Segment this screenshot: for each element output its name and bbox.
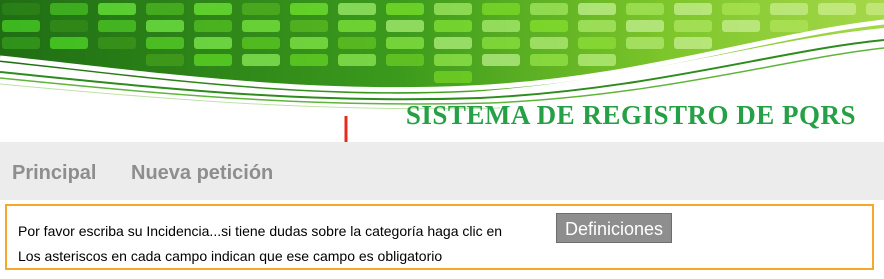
banner-tile [434, 71, 472, 83]
instructions-text: Por favor escriba su Incidencia...si tie… [18, 223, 503, 239]
banner-tile [674, 3, 712, 15]
banner-tile [626, 37, 664, 49]
banner-tile [818, 3, 856, 15]
banner-tile [146, 3, 184, 15]
banner-tile [722, 3, 760, 15]
banner-tile [50, 20, 88, 32]
banner-tile [434, 20, 472, 32]
banner-tile [2, 37, 40, 49]
header-banner: SISTEMA DE REGISTRO DE PQRS [0, 0, 884, 142]
banner-tile [674, 37, 712, 49]
banner-tile [386, 54, 424, 66]
definitions-button[interactable]: Definiciones [556, 213, 673, 243]
banner-tile [626, 20, 664, 32]
banner-tile [386, 3, 424, 15]
banner-tile [386, 37, 424, 49]
banner-tile [482, 20, 520, 32]
instructions-box: Por favor escriba su Incidencia...si tie… [5, 204, 874, 270]
banner-tile [98, 37, 136, 49]
banner-tile [626, 3, 664, 15]
banner-tile [530, 37, 568, 49]
banner-tile [242, 3, 280, 15]
banner-tile [2, 3, 40, 15]
banner-tile [338, 20, 376, 32]
banner-tile [530, 54, 568, 66]
banner-tile [194, 37, 232, 49]
banner-tile [194, 54, 232, 66]
banner-tile [578, 3, 616, 15]
banner-tile [242, 20, 280, 32]
banner-tile [434, 54, 472, 66]
banner-tile [290, 54, 328, 66]
banner-tile [434, 37, 472, 49]
banner-tile [98, 3, 136, 15]
required-fields-note: Los asteriscos en cada campo indican que… [18, 248, 443, 264]
banner-tile [578, 37, 616, 49]
banner-tile [530, 3, 568, 15]
banner-tile [194, 20, 232, 32]
banner-tile [98, 20, 136, 32]
system-title: SISTEMA DE REGISTRO DE PQRS [405, 100, 856, 130]
banner-tile [434, 3, 472, 15]
banner-tile [770, 20, 808, 32]
banner-tile [290, 20, 328, 32]
banner-tile [338, 54, 376, 66]
banner-tile [482, 54, 520, 66]
banner-tile [578, 54, 616, 66]
banner-tile [482, 3, 520, 15]
banner-tile [770, 3, 808, 15]
banner-tile [482, 37, 520, 49]
banner-tile [530, 20, 568, 32]
banner-tile [722, 20, 760, 32]
banner-tile [146, 20, 184, 32]
banner-tile [146, 54, 184, 66]
banner-tile [50, 37, 88, 49]
banner-tile [242, 54, 280, 66]
banner-tile [146, 37, 184, 49]
nav-bar: Principal Nueva petición [0, 142, 884, 200]
nav-link-principal[interactable]: Principal [12, 162, 96, 185]
banner-tile [242, 37, 280, 49]
banner-tile [338, 3, 376, 15]
nav-link-nueva-peticion[interactable]: Nueva petición [131, 162, 273, 185]
banner-tile [866, 3, 884, 15]
banner-tile [194, 3, 232, 15]
banner-tile [290, 37, 328, 49]
banner-tile [578, 20, 616, 32]
banner-tile [674, 20, 712, 32]
banner-tile [338, 37, 376, 49]
banner-tile [290, 3, 328, 15]
banner-tile [2, 20, 40, 32]
banner-tile [386, 20, 424, 32]
banner-tile [50, 3, 88, 15]
